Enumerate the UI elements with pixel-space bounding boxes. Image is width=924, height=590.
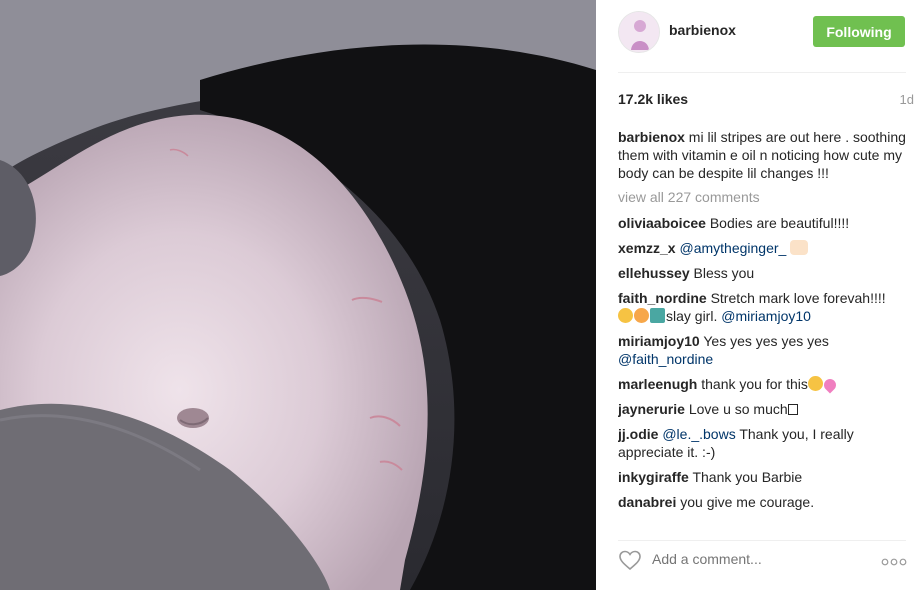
comment-text: you give me courage. [680, 494, 815, 510]
list-item: ellehussey Bless you [618, 264, 906, 282]
comment-username[interactable]: jj.odie [618, 426, 658, 442]
comment-username[interactable]: miriamjoy10 [618, 333, 700, 349]
caption: barbienox mi lil stripes are out here . … [618, 128, 906, 182]
grinning-face-icon [634, 308, 649, 323]
comment-username[interactable]: marleenugh [618, 376, 697, 392]
comment-text: Bodies are beautiful!!!! [709, 215, 850, 231]
post-age[interactable]: 1d [900, 92, 914, 107]
list-item: danabrei you give me courage. [618, 493, 906, 511]
comment-mention[interactable]: @miriamjoy10 [721, 308, 811, 324]
missing-glyph-icon [787, 404, 798, 415]
avatar-image [619, 12, 659, 52]
sparkling-heart-icon [821, 376, 839, 394]
comment-username[interactable]: faith_nordine [618, 290, 707, 306]
comment-text: Stretch mark love forevah!!!! [710, 290, 886, 306]
comment-text: Yes yes yes yes yes [703, 333, 829, 349]
post-photo[interactable] [0, 0, 596, 590]
crying-face-icon [807, 376, 823, 391]
post-sidebar: barbienox Following 17.2k likes 1d barbi… [596, 0, 924, 590]
view-all-comments-link[interactable]: view all 227 comments [618, 188, 906, 206]
comment-text-2: slay girl. [666, 308, 718, 324]
comment-username[interactable]: jaynerurie [618, 401, 685, 417]
list-item: inkygiraffe Thank you Barbie [618, 468, 906, 486]
list-item: xemzz_x @amytheginger_ [618, 239, 906, 257]
footer-divider [618, 540, 906, 541]
comment-username[interactable]: danabrei [618, 494, 676, 510]
post-username[interactable]: barbienox [669, 22, 736, 38]
likes-count[interactable]: 17.2k likes [618, 91, 688, 107]
heart-outline-icon[interactable] [618, 548, 642, 572]
list-item: miriamjoy10 Yes yes yes yes yes @faith_n… [618, 332, 906, 368]
grinning-cat-icon [618, 308, 633, 323]
comment-username[interactable]: xemzz_x [618, 240, 676, 256]
list-item: marleenugh thank you for this [618, 375, 906, 394]
header-divider [618, 72, 906, 73]
raised-hands-icon [790, 240, 809, 255]
list-item: jaynerurie Love u so much [618, 400, 906, 418]
comments-list[interactable]: barbienox mi lil stripes are out here . … [618, 128, 906, 526]
following-button[interactable]: Following [813, 16, 905, 47]
photo-image [0, 0, 596, 590]
comment-text: Thank you Barbie [692, 469, 803, 485]
comment-mention[interactable]: @amytheginger_ [679, 240, 786, 256]
comment-text: Bless you [693, 265, 755, 281]
rainbow-icon [650, 308, 665, 323]
avatar[interactable] [618, 11, 660, 53]
list-item: jj.odie @le._.bows Thank you, I really a… [618, 425, 906, 461]
comment-mention[interactable]: @le._.bows [662, 426, 735, 442]
list-item: oliviaaboicee Bodies are beautiful!!!! [618, 214, 906, 232]
ellipsis-icon[interactable] [881, 558, 907, 566]
add-comment-input[interactable] [652, 551, 852, 567]
list-item: faith_nordine Stretch mark love forevah!… [618, 289, 906, 325]
comment-username[interactable]: ellehussey [618, 265, 690, 281]
comment-text: thank you for this [701, 376, 808, 392]
comment-mention[interactable]: @faith_nordine [618, 351, 713, 367]
comment-text: Love u so much [688, 401, 788, 417]
post-header: barbienox Following [596, 0, 924, 72]
comment-username[interactable]: oliviaaboicee [618, 215, 706, 231]
caption-username[interactable]: barbienox [618, 129, 685, 145]
comment-username[interactable]: inkygiraffe [618, 469, 689, 485]
